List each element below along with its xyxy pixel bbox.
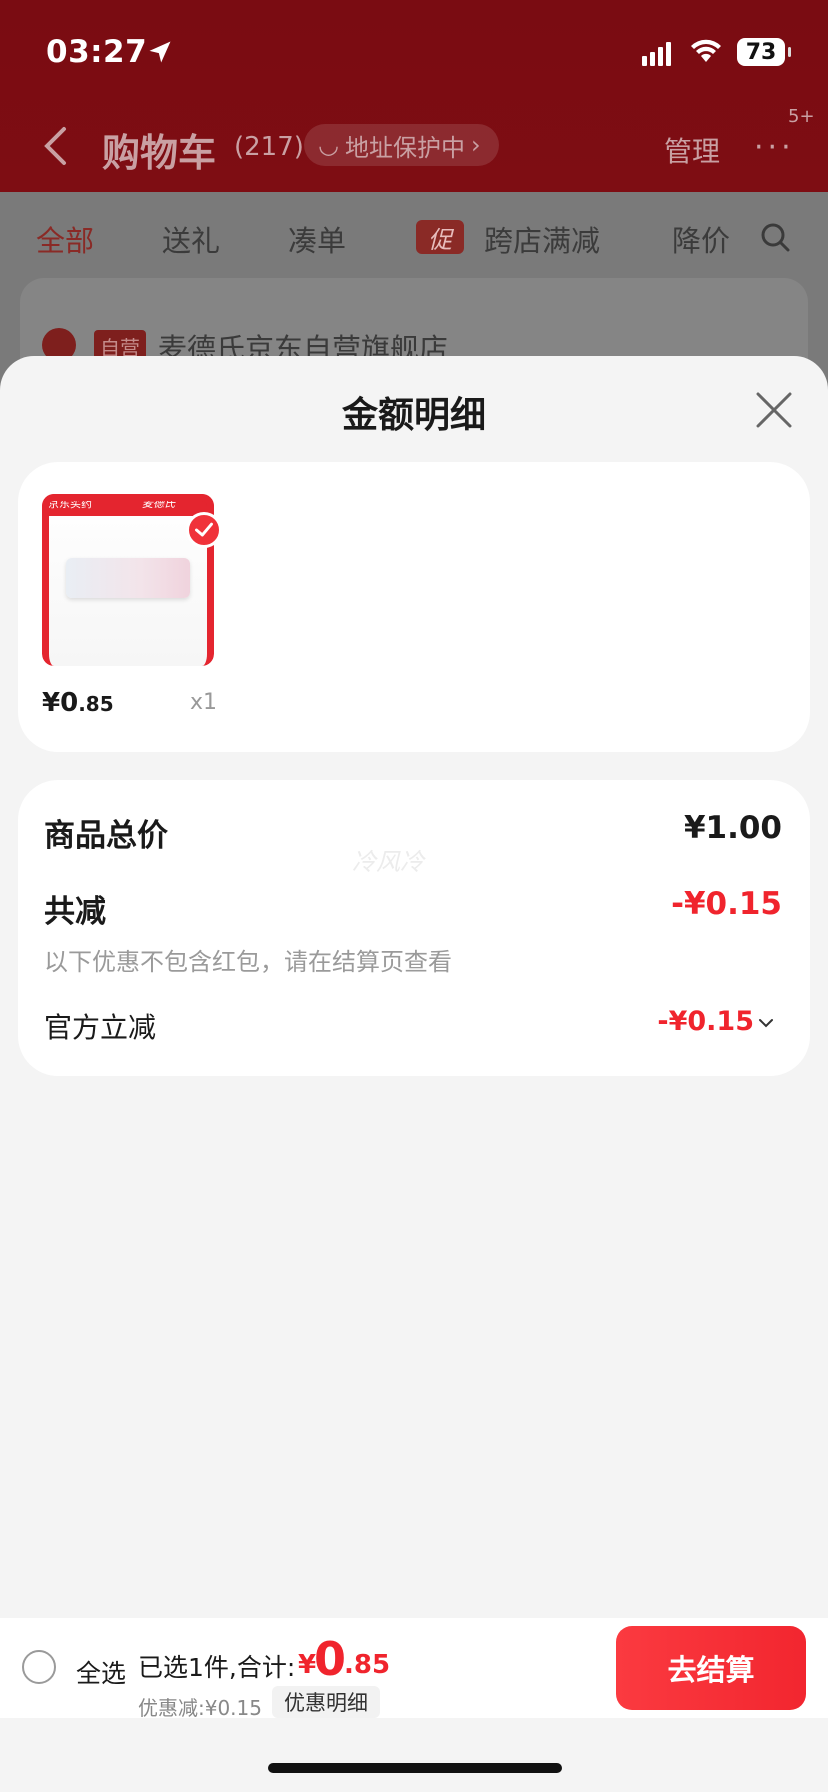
product-package-image [66, 558, 190, 598]
total-price-value: ¥1.00 [683, 810, 782, 846]
address-protection-label: 地址保护中 [344, 133, 465, 162]
screen: 03:27 73 购物车 (217) ◡ 地址保护中 › 管理 ··· 5+ 全… [0, 0, 828, 1792]
status-bar: 03:27 73 [0, 0, 828, 100]
checkout-bar: 全选 已选1件,合计: ¥ 0 .85 优惠减:¥0.15 优惠明细 去结算 [0, 1618, 828, 1720]
more-badge: 5+ [788, 106, 815, 127]
selected-check-icon[interactable] [186, 512, 222, 548]
battery-level: 73 [745, 39, 777, 65]
status-time: 03:27 [46, 34, 148, 70]
search-icon[interactable] [760, 222, 790, 252]
filter-gift[interactable]: 送礼 [162, 218, 220, 260]
manage-button[interactable]: 管理 [664, 130, 720, 170]
smile-icon: ◡ [318, 131, 339, 159]
price-decimal: .85 [78, 692, 114, 716]
sheet-title: 金额明细 [341, 395, 486, 436]
price-summary-card: 冷风冷 商品总价 ¥1.00 共减 -¥0.15 以下优惠不包含红包，请在结算页… [18, 780, 810, 1076]
product-quantity: x1 [190, 690, 218, 715]
filter-price-drop[interactable]: 降价 [672, 218, 730, 260]
filter-cross-store[interactable]: 跨店满减 [484, 218, 600, 260]
chevron-right-icon: › [470, 131, 481, 159]
battery-indicator: 73 [737, 38, 791, 66]
selected-summary: 已选1件,合计: [138, 1653, 296, 1682]
discount-note: 以下优惠不包含红包，请在结算页查看 [44, 948, 452, 976]
promo-tag: 促 [416, 220, 464, 254]
chevron-down-icon[interactable] [758, 1016, 774, 1030]
product-card: 京东买药 麦德氏 ¥0.85 x1 [18, 462, 810, 752]
total-decimal: .85 [344, 1650, 391, 1680]
cellular-signal-icon [642, 42, 671, 66]
more-icon[interactable]: ··· [754, 130, 795, 165]
total-integer: 0 [314, 1632, 347, 1686]
page-title: 购物车 [102, 131, 217, 175]
close-icon[interactable] [754, 390, 794, 430]
official-discount-label: 官方立减 [44, 1011, 157, 1044]
price-integer: ¥0 [42, 688, 79, 718]
product-price: ¥0.85 [42, 688, 114, 718]
total-price-label: 商品总价 [44, 818, 168, 854]
location-arrow-icon [149, 41, 171, 63]
official-discount-value[interactable]: -¥0.15 [657, 1006, 754, 1037]
discount-amount-text: 优惠减:¥0.15 [138, 1696, 262, 1720]
cart-nav-bar: 购物车 (217) ◡ 地址保护中 › 管理 ··· 5+ [0, 106, 828, 186]
discount-value: -¥0.15 [671, 886, 782, 922]
discount-label: 共减 [44, 894, 106, 930]
filter-all[interactable]: 全部 [36, 218, 94, 260]
watermark-text: 冷风冷 [352, 848, 424, 876]
home-indicator [268, 1763, 562, 1773]
select-all-label[interactable]: 全选 [76, 1654, 126, 1690]
cart-count: (217) [234, 132, 304, 162]
wifi-icon [691, 39, 721, 62]
address-protection-pill[interactable]: ◡ 地址保护中 › [304, 124, 499, 166]
amount-detail-sheet: 金额明细 京东买药 麦德氏 ¥0.85 x1 冷风冷 商品总价 ¥1.00 共减… [0, 356, 828, 1792]
select-all-radio[interactable] [22, 1650, 56, 1684]
checkout-button[interactable]: 去结算 [616, 1626, 806, 1710]
filter-bar: 全部 送礼 凑单 促 跨店满减 降价 [0, 192, 828, 284]
discount-detail-button[interactable]: 优惠明细 [272, 1686, 380, 1718]
back-chevron-icon[interactable] [42, 126, 68, 166]
filter-bundle[interactable]: 凑单 [288, 218, 346, 260]
